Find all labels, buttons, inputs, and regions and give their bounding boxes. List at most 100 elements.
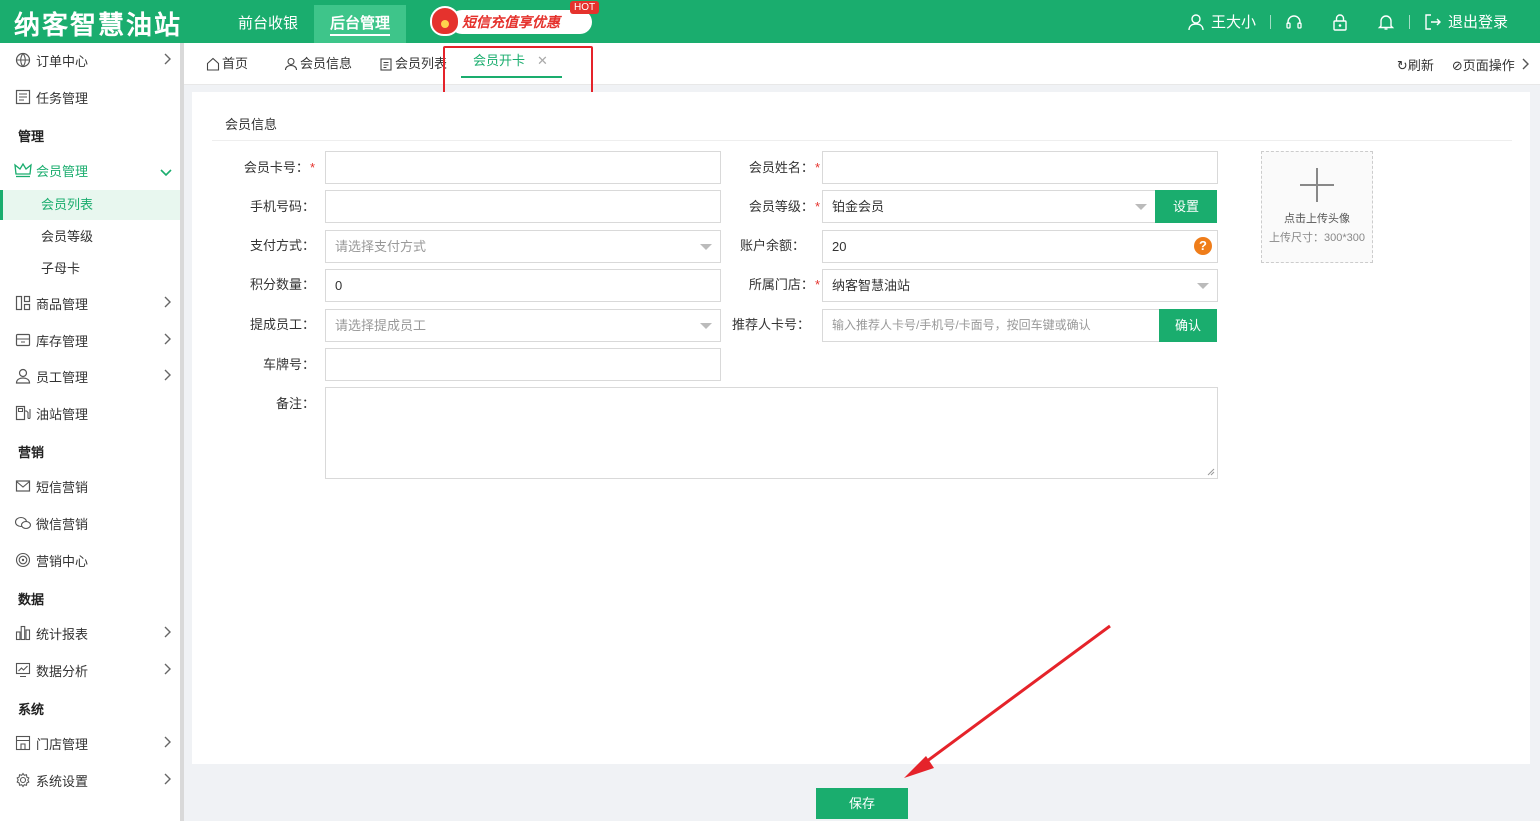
sidebar-sub-sub-card[interactable]: 子母卡 <box>0 254 180 284</box>
tab-back-office[interactable]: 后台管理 <box>314 5 406 43</box>
logout-label: 退出登录 <box>1447 14 1508 31</box>
user-menu[interactable]: 王大小 <box>1173 11 1270 32</box>
bar-chart-icon <box>14 624 32 642</box>
tab-member-list[interactable]: 会员列表 <box>379 43 447 85</box>
refresh-label: 刷新 <box>1407 57 1434 73</box>
fuel-pump-icon <box>14 404 32 422</box>
sidebar-item-stock[interactable]: 库存管理 <box>0 323 180 357</box>
box-icon <box>14 331 32 349</box>
headset-button[interactable] <box>1271 13 1317 31</box>
bell-button[interactable] <box>1363 13 1409 31</box>
user-icon <box>1188 13 1204 30</box>
level-label: 会员等级：* <box>748 199 820 214</box>
level-select[interactable]: 铂金会员 <box>822 190 1156 223</box>
remark-label: 备注： <box>275 396 315 411</box>
page-tabs-bar: 首页 会员信息 会员列表 会员开卡 ✕ ↻刷新 ⊘页面操作 <box>184 43 1540 85</box>
lock-button[interactable] <box>1317 13 1363 31</box>
tab-home[interactable]: 首页 <box>206 43 248 85</box>
store-icon <box>14 734 32 752</box>
tab-member-info[interactable]: 会员信息 <box>284 43 352 85</box>
sidebar-item-analysis[interactable]: 数据分析 <box>0 653 180 687</box>
upload-title: 点击上传头像 <box>1284 213 1350 225</box>
section-title: 会员信息 <box>225 117 278 132</box>
sidebar-item-staff[interactable]: 员工管理 <box>0 359 180 393</box>
sidebar-item-sms[interactable]: 短信营销 <box>0 469 180 503</box>
sidebar-item-store[interactable]: 门店管理 <box>0 726 180 760</box>
sms-promo-banner[interactable]: 短信充值享优惠 HOT <box>430 1 600 36</box>
balance-label: 账户余额： <box>739 238 805 253</box>
sidebar-item-label: 营销中心 <box>36 553 89 569</box>
resize-handle-icon[interactable] <box>1207 468 1215 476</box>
page-ops-label: 页面操作 <box>1462 57 1515 73</box>
sidebar-scrollbar[interactable] <box>180 43 184 821</box>
sidebar-item-label: 库存管理 <box>36 333 89 349</box>
sidebar-item-settings[interactable]: 系统设置 <box>0 763 180 797</box>
sidebar-item-goods[interactable]: 商品管理 <box>0 286 180 320</box>
chevron-right-icon <box>164 333 172 348</box>
sidebar-sub-member-list[interactable]: 会员列表 <box>0 190 180 220</box>
remark-textarea[interactable] <box>325 387 1218 479</box>
top-right-actions: 王大小 退出登录 <box>1173 0 1540 43</box>
sidebar-group-marketing: 营销 <box>18 445 45 460</box>
save-button[interactable]: 保存 <box>816 788 908 819</box>
sidebar-item-label: 商品管理 <box>36 296 89 312</box>
upload-size-hint: 上传尺寸：300*300 <box>1269 232 1365 244</box>
sidebar-item-orders[interactable]: 订单中心 <box>0 43 180 77</box>
gear-icon <box>14 771 32 789</box>
sidebar-item-label: 订单中心 <box>36 53 89 69</box>
avatar-upload[interactable]: 点击上传头像 上传尺寸：300*300 <box>1261 151 1373 263</box>
crown-icon <box>14 161 32 179</box>
sidebar-item-label: 统计报表 <box>36 626 89 642</box>
top-nav: 前台收银 后台管理 <box>222 5 406 43</box>
referrer-label: 推荐人卡号： <box>731 317 810 332</box>
lock-icon <box>1333 13 1347 31</box>
name-input[interactable] <box>822 151 1218 184</box>
monitor-chart-icon <box>14 661 32 679</box>
name-label: 会员姓名：* <box>748 160 820 175</box>
tab-label: 首页 <box>222 56 249 71</box>
tabs-actions: ↻刷新 ⊘页面操作 <box>1397 43 1530 85</box>
task-list-icon <box>14 88 32 106</box>
phone-input[interactable] <box>325 190 721 223</box>
sidebar-sub-member-level[interactable]: 会员等级 <box>0 222 180 252</box>
points-input[interactable]: 0 <box>325 269 721 302</box>
sidebar-item-wechat[interactable]: 微信营销 <box>0 506 180 540</box>
refresh-button[interactable]: ↻刷新 <box>1397 55 1434 74</box>
plate-input[interactable] <box>325 348 721 381</box>
sidebar-item-label: 会员管理 <box>36 163 89 179</box>
balance-input[interactable]: 20 <box>822 230 1218 263</box>
sidebar-item-members[interactable]: 会员管理 <box>0 153 180 187</box>
points-label: 积分数量： <box>249 277 315 292</box>
staff-select[interactable]: 请选择提成员工 <box>325 309 721 342</box>
tab-label: 会员信息 <box>300 56 353 71</box>
user-icon <box>284 57 298 71</box>
sidebar: 订单中心 任务管理 管理 会员管理 会员列表 会员等级 子母卡 商品管理 库存管… <box>0 43 180 821</box>
logout-button[interactable]: 退出登录 <box>1410 11 1540 32</box>
divider <box>212 140 1512 141</box>
referrer-input[interactable]: 输入推荐人卡号/手机号/卡面号，按回车键或确认 <box>822 309 1160 342</box>
pay-method-select[interactable]: 请选择支付方式 <box>325 230 721 263</box>
sidebar-item-label: 油站管理 <box>36 406 89 422</box>
sidebar-item-report[interactable]: 统计报表 <box>0 616 180 650</box>
bell-icon <box>1377 14 1395 30</box>
sidebar-item-station[interactable]: 油站管理 <box>0 396 180 430</box>
caret-down-icon <box>1197 283 1209 289</box>
home-icon <box>206 57 220 71</box>
sidebar-item-tasks[interactable]: 任务管理 <box>0 80 180 114</box>
chevron-right-icon <box>164 369 172 384</box>
card-no-input[interactable] <box>325 151 721 184</box>
referrer-confirm-button[interactable]: 确认 <box>1159 309 1217 342</box>
help-icon[interactable]: ? <box>1194 237 1212 255</box>
pay-label: 支付方式： <box>249 238 315 253</box>
user-name: 王大小 <box>1210 14 1256 31</box>
money-bag-icon <box>430 6 460 36</box>
chevron-right-icon <box>164 53 172 68</box>
tab-label: 会员列表 <box>395 56 448 71</box>
wechat-icon <box>14 514 32 532</box>
sidebar-group-system: 系统 <box>18 702 45 717</box>
sidebar-item-marketing-center[interactable]: 营销中心 <box>0 543 180 577</box>
store-select[interactable]: 纳客智慧油站 <box>822 269 1218 302</box>
level-settings-button[interactable]: 设置 <box>1155 190 1217 223</box>
page-ops-button[interactable]: ⊘页面操作 <box>1452 55 1530 74</box>
tab-front-cashier[interactable]: 前台收银 <box>222 5 314 43</box>
